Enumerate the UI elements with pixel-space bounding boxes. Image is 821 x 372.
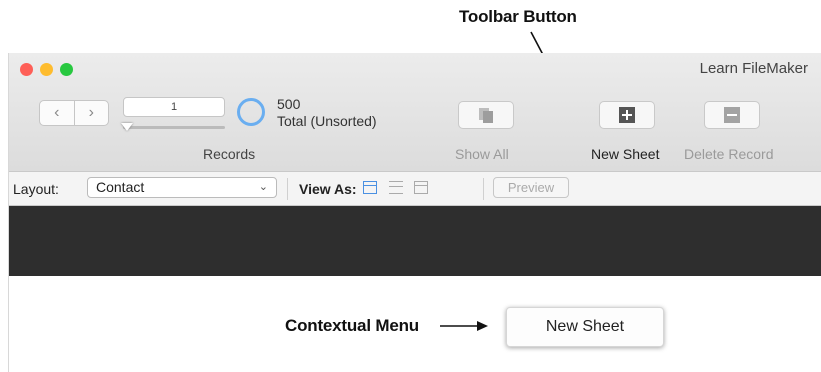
contextual-menu-arrow (440, 321, 488, 331)
